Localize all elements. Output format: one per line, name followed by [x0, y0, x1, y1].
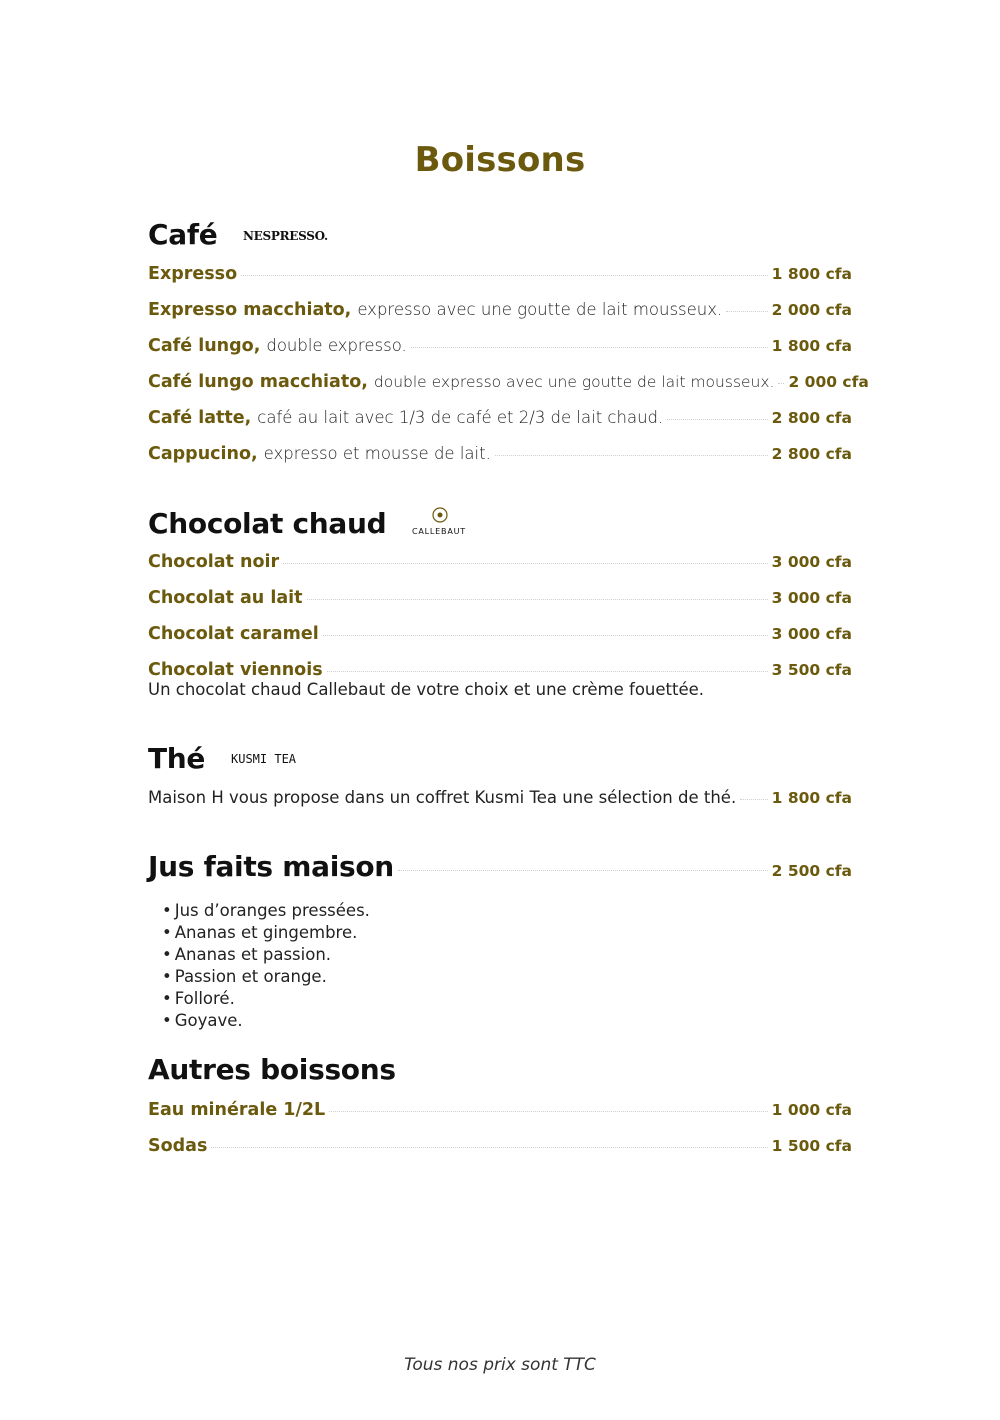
item-name: Chocolat au lait	[148, 588, 303, 608]
item-name: Chocolat viennois	[148, 660, 323, 680]
section-title: Thé	[148, 742, 206, 775]
menu-item: Eau minérale 1/2L 1 000 cfa	[148, 1100, 852, 1120]
section-title: Café	[148, 218, 218, 251]
kusmi-tea-logo-text: KUSMI TEA	[231, 752, 297, 766]
dotted-leader	[329, 1111, 768, 1112]
item-price: 1 000 cfa	[771, 1101, 852, 1119]
menu-item: Chocolat au lait 3 000 cfa	[148, 588, 852, 608]
dotted-leader	[667, 419, 768, 420]
dotted-leader	[326, 671, 768, 672]
item-note: Un chocolat chaud Callebaut de votre cho…	[148, 680, 705, 699]
item-price: 3 000 cfa	[771, 625, 852, 643]
section-title: Autres boissons	[148, 1053, 396, 1086]
section-the-header: Thé KUSMI TEA	[148, 742, 309, 775]
page-title: Boissons	[414, 140, 586, 180]
item-price: 3 000 cfa	[771, 553, 852, 571]
item-price: 1 800 cfa	[771, 337, 852, 355]
dotted-leader	[211, 1147, 768, 1148]
nespresso-logo: NESPRESSO.	[243, 229, 328, 243]
menu-page: Boissons Café NESPRESSO. Expresso 1 800 …	[0, 0, 1000, 1420]
list-item: Folloré.	[162, 988, 370, 1010]
item-name: Café lungo,	[148, 336, 261, 356]
menu-item: Sodas 1 500 cfa	[148, 1136, 852, 1156]
footer-note: Tous nos prix sont TTC	[404, 1355, 596, 1375]
item-name: Eau minérale 1/2L	[148, 1100, 326, 1120]
item-name: Sodas	[148, 1136, 208, 1156]
section-title: Chocolat chaud	[148, 506, 387, 540]
callebaut-logo-text: CALLEBAUT	[412, 527, 466, 536]
section-jus-header: Jus faits maison 2 500 cfa	[148, 850, 852, 883]
item-price: 3 500 cfa	[771, 661, 852, 679]
section-cafe-header: Café NESPRESSO.	[148, 218, 331, 251]
section-autres-header: Autres boissons	[148, 1053, 396, 1086]
item-name: Café lungo macchiato,	[148, 372, 368, 392]
menu-item: Chocolat viennois 3 500 cfa	[148, 660, 852, 680]
item-name: Café latte,	[148, 408, 252, 428]
item-name: Expresso	[148, 264, 238, 284]
nespresso-logo-text: NESPRESSO.	[243, 229, 328, 243]
menu-item: Expresso 1 800 cfa	[148, 264, 852, 284]
menu-item: Café lungo, double expresso. 1 800 cfa	[148, 336, 852, 356]
dotted-leader	[322, 635, 768, 636]
menu-item: Cappucino, expresso et mousse de lait. 2…	[148, 444, 852, 464]
item-price: 3 000 cfa	[771, 589, 852, 607]
list-item: Ananas et gingembre.	[162, 922, 370, 944]
item-name: Chocolat noir	[148, 552, 280, 572]
item-price: 2 000 cfa	[788, 373, 869, 391]
dotted-leader	[397, 870, 768, 871]
dotted-leader	[494, 455, 768, 456]
dotted-leader	[410, 347, 768, 348]
section-chocolat-header: Chocolat chaud CALLEBAUT	[148, 506, 480, 540]
item-description: expresso et mousse de lait.	[263, 444, 491, 463]
item-name: Expresso macchiato,	[148, 300, 352, 320]
item-price: 1 800 cfa	[771, 265, 852, 283]
item-price: 1 500 cfa	[771, 1137, 852, 1155]
item-description: café au lait avec 1/3 de café et 2/3 de …	[257, 408, 664, 427]
dotted-leader	[241, 275, 768, 276]
item-price: 2 800 cfa	[771, 445, 852, 463]
list-item: Ananas et passion.	[162, 944, 370, 966]
item-price: 2 500 cfa	[771, 862, 852, 880]
list-item: Jus d’oranges pressées.	[162, 900, 370, 922]
section-title: Jus faits maison	[148, 850, 394, 883]
dotted-leader	[778, 383, 785, 384]
item-description: double expresso avec une goutte de lait …	[373, 373, 775, 391]
item-price: 1 800 cfa	[771, 789, 852, 807]
kusmi-tea-logo: KUSMI TEA	[231, 752, 297, 766]
item-price: 2 800 cfa	[771, 409, 852, 427]
dotted-leader	[283, 563, 768, 564]
menu-item: Café lungo macchiato, double expresso av…	[148, 372, 869, 392]
callebaut-logo: CALLEBAUT	[412, 507, 466, 536]
item-price: 2 000 cfa	[771, 301, 852, 319]
dotted-leader	[306, 599, 768, 600]
menu-item: Chocolat caramel 3 000 cfa	[148, 624, 852, 644]
dotted-leader	[726, 311, 768, 312]
item-description: Maison H vous propose dans un coffret Ku…	[148, 788, 737, 807]
dotted-leader	[740, 799, 768, 800]
menu-item: Chocolat noir 3 000 cfa	[148, 552, 852, 572]
menu-item: Maison H vous propose dans un coffret Ku…	[148, 788, 852, 807]
item-name: Chocolat caramel	[148, 624, 319, 644]
menu-item: Expresso macchiato, expresso avec une go…	[148, 300, 852, 320]
item-description: expresso avec une goutte de lait mousseu…	[357, 300, 723, 319]
menu-item: Café latte, café au lait avec 1/3 de caf…	[148, 408, 852, 428]
item-description: double expresso.	[266, 336, 407, 355]
juice-list: Jus d’oranges pressées. Ananas et gingem…	[162, 900, 370, 1032]
item-name: Cappucino,	[148, 444, 258, 464]
callebaut-emblem-center	[437, 512, 443, 518]
list-item: Passion et orange.	[162, 966, 370, 988]
list-item: Goyave.	[162, 1010, 370, 1032]
